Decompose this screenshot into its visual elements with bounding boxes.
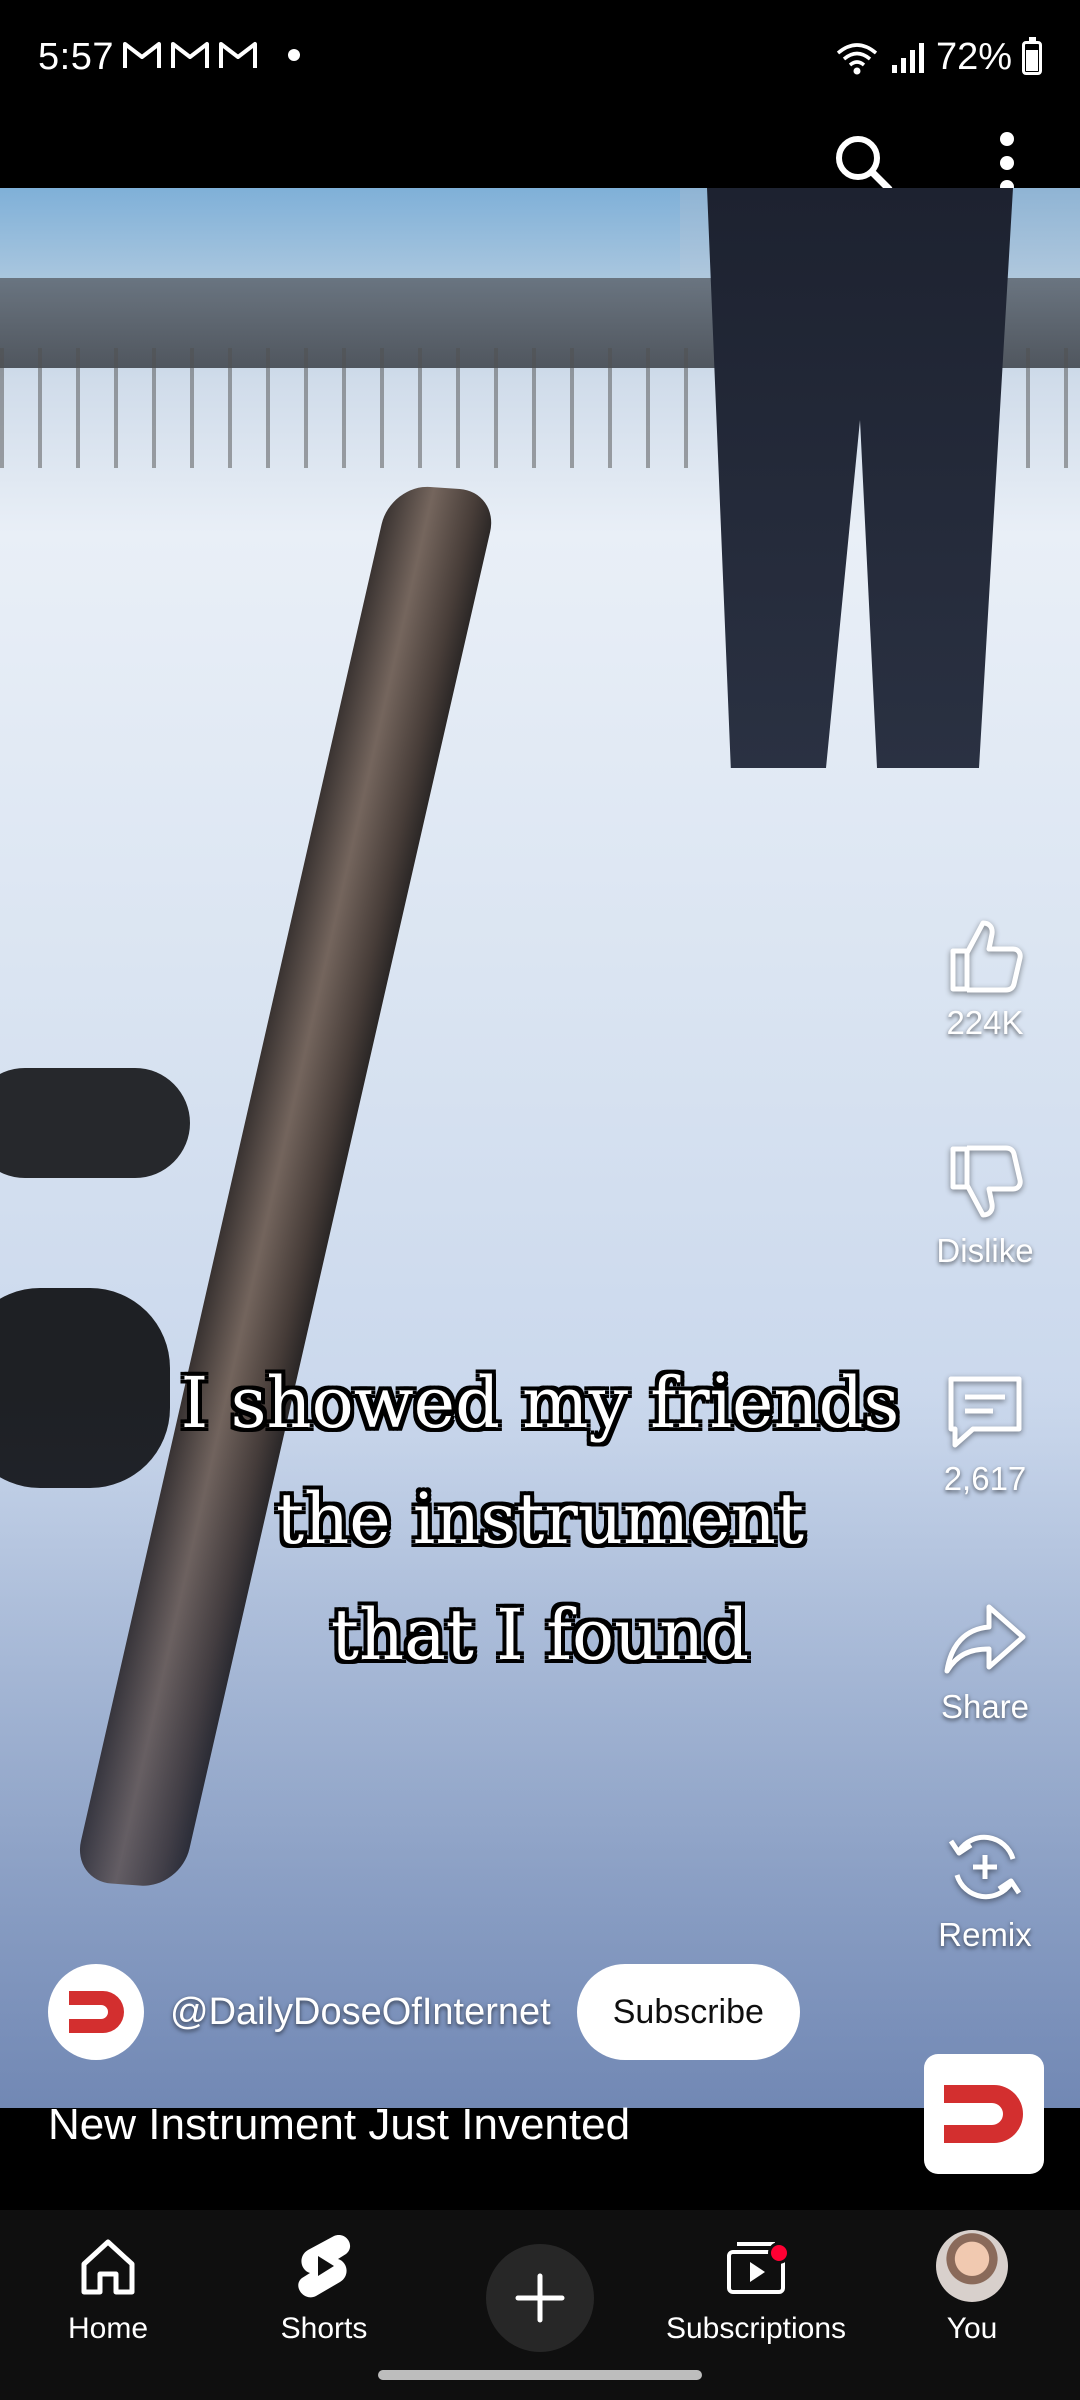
share-button[interactable]: Share xyxy=(900,1594,1070,1726)
notification-badge xyxy=(768,2242,790,2264)
video-caption: I showed my friends the instrument that … xyxy=(80,1345,1000,1693)
signal-icon xyxy=(891,42,924,73)
search-icon xyxy=(836,136,893,193)
nav-home[interactable]: Home xyxy=(0,2228,216,2346)
top-bar xyxy=(0,120,1080,194)
thumb-up-icon xyxy=(940,910,1030,1000)
remix-label: Remix xyxy=(938,1916,1032,1953)
channel-logo-icon xyxy=(69,1991,124,2033)
comments-button[interactable]: 2,617 xyxy=(900,1366,1070,1498)
remix-icon xyxy=(940,1822,1030,1912)
status-right: 72% xyxy=(834,36,1042,79)
create-button[interactable] xyxy=(486,2244,594,2352)
wifi-icon xyxy=(836,42,878,74)
nav-shorts[interactable]: Shorts xyxy=(216,2228,432,2346)
caption-line: the instrument xyxy=(276,1478,804,1560)
status-bar: 5:57 72% xyxy=(0,0,1080,120)
remix-button[interactable]: Remix xyxy=(900,1822,1070,1954)
notification-icons xyxy=(122,38,300,72)
share-icon xyxy=(940,1594,1030,1684)
gmail-icon xyxy=(171,42,209,68)
avatar xyxy=(936,2230,1008,2302)
thumb-down-icon xyxy=(940,1138,1030,1228)
more-vert-icon xyxy=(1000,132,1014,194)
nav-subscriptions-label: Subscriptions xyxy=(665,2312,847,2345)
shorts-icon xyxy=(216,2228,432,2304)
gmail-icon xyxy=(123,42,161,68)
plus-icon xyxy=(515,2273,565,2323)
nav-you[interactable]: You xyxy=(864,2228,1080,2346)
nav-subscriptions[interactable]: Subscriptions xyxy=(648,2228,864,2346)
caption-line: that I found xyxy=(330,1594,750,1676)
nav-home-label: Home xyxy=(67,2312,149,2345)
you-icon-wrap xyxy=(864,2228,1080,2304)
subscriptions-icon xyxy=(648,2228,864,2304)
nav-shorts-label: Shorts xyxy=(280,2312,368,2345)
dot-icon xyxy=(288,49,300,61)
gmail-icon xyxy=(219,42,257,68)
battery-percent: 72% xyxy=(935,36,1012,78)
like-count: 224K xyxy=(946,1004,1024,1041)
video-title[interactable]: New Instrument Just Invented xyxy=(48,2100,630,2150)
home-icon xyxy=(0,2228,216,2304)
channel-avatar[interactable] xyxy=(48,1964,144,2060)
source-thumbnail[interactable] xyxy=(924,2054,1044,2174)
dislike-button[interactable]: Dislike xyxy=(900,1138,1070,1270)
dislike-label: Dislike xyxy=(936,1232,1034,1269)
channel-row: @DailyDoseOfInternet Subscribe xyxy=(48,1964,800,2060)
home-indicator[interactable] xyxy=(378,2370,702,2380)
caption-line: I showed my friends xyxy=(180,1362,900,1444)
battery-icon xyxy=(1022,36,1042,75)
channel-logo-icon xyxy=(944,2085,1023,2143)
share-label: Share xyxy=(940,1688,1030,1725)
comment-icon xyxy=(940,1366,1030,1456)
subscribe-button[interactable]: Subscribe xyxy=(576,1964,800,2060)
comment-count: 2,617 xyxy=(943,1460,1027,1497)
nav-you-label: You xyxy=(946,2312,998,2345)
like-button[interactable]: 224K xyxy=(900,910,1070,1042)
channel-handle[interactable]: @DailyDoseOfInternet xyxy=(170,1991,551,2034)
status-time: 5:57 xyxy=(38,36,114,78)
video-scene-person xyxy=(707,188,1013,768)
video-scene-shoe xyxy=(0,1068,190,1178)
